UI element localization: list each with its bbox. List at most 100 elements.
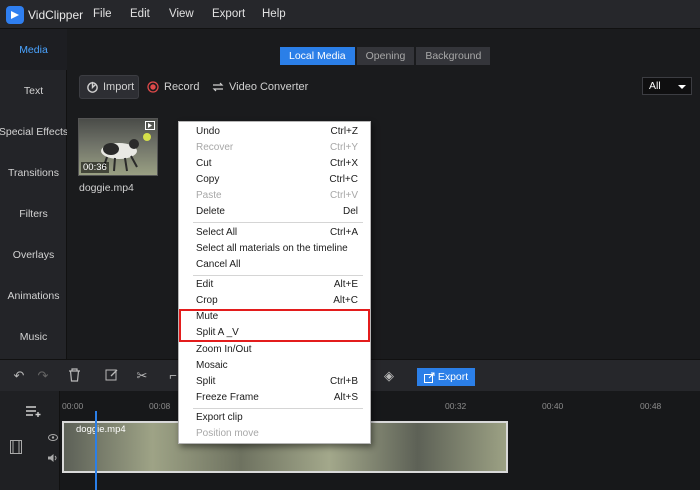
ctx-mosaic[interactable]: Mosaic [179,359,372,375]
export-icon [423,372,435,383]
media-tabs: Local Media Opening Background [280,47,492,65]
sidebar-item-media[interactable]: Media [0,29,67,70]
export-button[interactable]: Export [417,368,475,386]
ctx-delete[interactable]: Delete Del [179,205,372,221]
playhead[interactable] [95,411,97,490]
clip-type-icon [145,121,155,130]
ctx-undo[interactable]: Undo Ctrl+Z [179,125,372,141]
sidebar-item-text[interactable]: Text [0,70,67,111]
ctx-recover: Recover Ctrl+Y [179,141,372,157]
record-button[interactable]: Record [147,75,199,99]
ctx-shortcut: Alt+S [333,392,358,403]
import-label: Import [103,81,135,93]
ctx-split[interactable]: Split Ctrl+B [179,375,372,391]
ctx-label: Copy [196,174,220,185]
convert-arrows-icon [212,82,224,92]
film-track-icon [10,440,22,454]
menu-help[interactable]: Help [262,8,286,20]
ctx-label: Edit [196,279,214,290]
ctx-select-all-materials[interactable]: Select all materials on the timeline [179,242,372,258]
ctx-select-all[interactable]: Select All Ctrl+A [179,226,372,242]
sidebar-item-filters[interactable]: Filters [0,193,67,234]
menu-file[interactable]: File [93,8,112,20]
media-filename: doggie.mp4 [79,182,134,194]
ctx-label: Paste [196,190,222,201]
tab-opening[interactable]: Opening [356,47,415,65]
ctx-shortcut: Ctrl+C [329,174,358,185]
ctx-paste: Paste Ctrl+V [179,189,372,205]
menu-view[interactable]: View [169,8,194,20]
video-converter-button[interactable]: Video Converter [212,75,308,99]
media-filter-select[interactable]: All [642,77,692,95]
media-thumbnail[interactable]: 00:36 [78,118,158,176]
tab-local-media[interactable]: Local Media [280,47,355,65]
ctx-label: Select All [196,227,238,238]
ctx-shortcut: Ctrl+Z [330,126,359,137]
ctx-shortcut: Del [342,206,358,217]
ctx-label: Undo [196,126,220,137]
ctx-shortcut: Ctrl+A [329,227,358,238]
scissors-icon[interactable]: ✂ [134,368,150,384]
menu-separator [193,408,363,409]
title-bar: VidClipper File Edit View Export Help [0,0,700,29]
ctx-label: Select all materials on the timeline [196,243,348,254]
ctx-export-clip[interactable]: Export clip [179,411,372,427]
app-logo-icon [6,6,24,24]
menu-separator [193,275,363,276]
track-controls [0,391,60,490]
ctx-label: Delete [196,206,225,217]
ctx-freeze-frame[interactable]: Freeze Frame Alt+S [179,391,372,407]
sidebar-item-transitions[interactable]: Transitions [0,152,67,193]
add-track-icon[interactable] [26,405,42,417]
ctx-shortcut: Alt+E [333,279,358,290]
ctx-crop[interactable]: Crop Alt+C [179,294,372,310]
ctx-edit[interactable]: Edit Alt+E [179,278,372,294]
import-icon [87,81,98,93]
ctx-label: Crop [196,295,218,306]
menu-separator [193,222,363,223]
app-name: VidClipper [28,8,84,22]
speaker-icon[interactable] [48,454,58,462]
highlight-box [179,309,370,342]
ctx-position-move: Position move [179,427,372,443]
import-button[interactable]: Import [79,75,139,99]
sidebar-item-animations[interactable]: Animations [0,275,67,316]
context-menu: Undo Ctrl+Z Recover Ctrl+Y Cut Ctrl+X Copy C… [178,121,371,444]
sidebar-item-music[interactable]: Music [0,316,67,357]
clip-name: doggie.mp4 [76,424,126,435]
edit-icon[interactable] [104,368,120,384]
menu-edit[interactable]: Edit [130,8,150,20]
video-converter-label: Video Converter [229,81,309,93]
ctx-cancel-all[interactable]: Cancel All [179,258,372,274]
redo-icon[interactable]: ↷ [35,368,51,384]
ctx-label: Cancel All [196,259,241,270]
trash-icon[interactable] [66,368,82,384]
undo-icon[interactable]: ↶ [11,368,27,384]
keyframe-icon[interactable]: ◈ [381,368,397,384]
ctx-shortcut: Ctrl+X [329,158,358,169]
ctx-label: Cut [196,158,212,169]
ctx-copy[interactable]: Copy Ctrl+C [179,173,372,189]
ctx-label: Position move [196,428,259,439]
ctx-label: Mosaic [196,360,228,371]
sidebar: Media Text Special Effects Transitions F… [0,29,68,359]
ctx-label: Export clip [196,412,243,423]
sidebar-item-overlays[interactable]: Overlays [0,234,67,275]
sidebar-item-special-effects[interactable]: Special Effects [0,111,68,152]
ctx-label: Split [196,376,216,387]
eye-icon[interactable] [48,434,58,441]
tab-background[interactable]: Background [416,47,491,65]
ruler-mark: 00:40 [542,401,564,411]
ruler-mark: 00:48 [640,401,662,411]
ctx-label: Freeze Frame [196,392,259,403]
media-panel: Local Media Opening Background Import Re… [67,29,700,359]
record-icon [147,81,159,93]
ctx-zoom[interactable]: Zoom In/Out [179,343,372,359]
record-label: Record [164,81,200,93]
ruler-mark: 00:08 [149,401,171,411]
ctx-shortcut: Ctrl+V [329,190,358,201]
ctx-cut[interactable]: Cut Ctrl+X [179,157,372,173]
menu-export[interactable]: Export [212,8,245,20]
media-duration: 00:36 [81,162,109,173]
ctx-shortcut: Alt+C [333,295,358,306]
